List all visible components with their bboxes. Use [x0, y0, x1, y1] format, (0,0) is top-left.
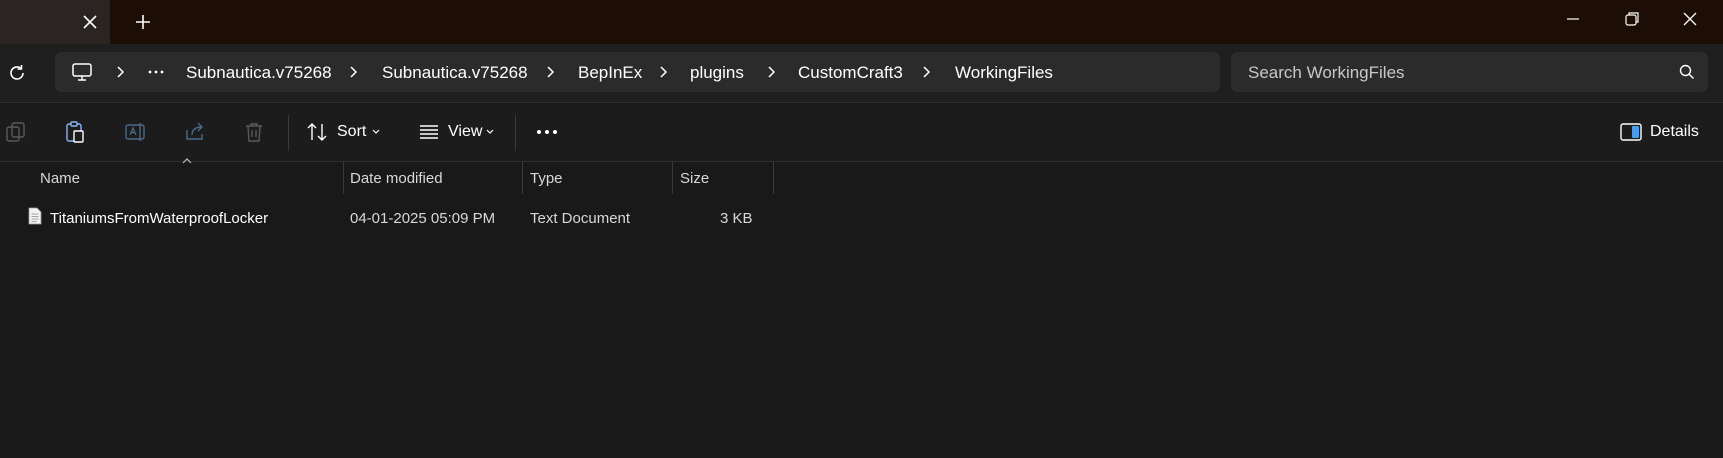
breadcrumb-item[interactable]: plugins	[690, 63, 744, 83]
breadcrumb-item[interactable]: Subnautica.v75268	[186, 63, 332, 83]
breadcrumb[interactable]: Subnautica.v75268 Subnautica.v75268 BepI…	[55, 52, 1220, 92]
command-bar: Sort View Details	[0, 103, 1723, 162]
search-input[interactable]: Search WorkingFiles	[1248, 63, 1405, 83]
details-button[interactable]: Details	[1650, 123, 1699, 141]
column-headers: Name Date modified Type Size	[0, 158, 1723, 194]
active-tab[interactable]	[0, 0, 110, 44]
restore-icon[interactable]	[1617, 8, 1645, 30]
search-box[interactable]: Search WorkingFiles	[1231, 52, 1708, 92]
sort-icon[interactable]	[305, 120, 329, 144]
breadcrumb-item-current[interactable]: WorkingFiles	[955, 63, 1053, 83]
file-size: 3 KB	[720, 210, 753, 227]
rename-icon[interactable]	[123, 120, 147, 144]
column-divider[interactable]	[522, 162, 523, 194]
more-options-icon[interactable]	[535, 120, 559, 144]
file-row[interactable]: TitaniumsFromWaterproofLocker 04-01-2025…	[20, 203, 775, 233]
title-bar	[0, 0, 1723, 44]
column-divider[interactable]	[773, 162, 774, 194]
details-pane-icon[interactable]	[1619, 120, 1643, 144]
chevron-right-icon[interactable]	[658, 62, 670, 82]
file-name[interactable]: TitaniumsFromWaterproofLocker	[50, 210, 268, 227]
view-button[interactable]: View	[448, 123, 482, 141]
chevron-right-icon[interactable]	[921, 62, 933, 82]
toolbar-divider	[288, 115, 289, 151]
address-bar: Subnautica.v75268 Subnautica.v75268 BepI…	[0, 44, 1723, 103]
breadcrumb-item[interactable]: BepInEx	[578, 63, 642, 83]
sort-button[interactable]: Sort	[337, 123, 366, 141]
share-icon[interactable]	[183, 120, 207, 144]
chevron-down-icon[interactable]	[485, 128, 495, 136]
sort-ascending-icon	[182, 158, 192, 164]
column-header-type[interactable]: Type	[530, 170, 563, 187]
chevron-down-icon[interactable]	[371, 128, 381, 136]
refresh-icon[interactable]	[6, 62, 28, 84]
search-icon[interactable]	[1678, 63, 1696, 81]
view-icon[interactable]	[417, 120, 441, 144]
plus-icon[interactable]	[133, 12, 153, 32]
column-header-size[interactable]: Size	[680, 170, 709, 187]
text-file-icon	[28, 207, 42, 225]
chevron-right-icon[interactable]	[115, 62, 127, 82]
computer-icon[interactable]	[71, 62, 93, 82]
close-icon[interactable]	[80, 12, 100, 32]
copy-icon[interactable]	[4, 120, 28, 144]
delete-icon[interactable]	[242, 120, 266, 144]
more-icon[interactable]	[147, 62, 165, 82]
chevron-right-icon[interactable]	[348, 62, 360, 82]
file-date: 04-01-2025 05:09 PM	[350, 210, 496, 227]
paste-icon[interactable]	[63, 120, 87, 144]
column-divider[interactable]	[343, 162, 344, 194]
file-type: Text Document	[530, 210, 631, 227]
chevron-right-icon[interactable]	[766, 62, 778, 82]
breadcrumb-item[interactable]: CustomCraft3	[798, 63, 903, 83]
column-header-name[interactable]: Name	[40, 170, 80, 187]
chevron-right-icon[interactable]	[545, 62, 557, 82]
column-divider[interactable]	[672, 162, 673, 194]
minimize-icon[interactable]	[1559, 8, 1587, 30]
toolbar-divider	[515, 115, 516, 151]
breadcrumb-item[interactable]: Subnautica.v75268	[382, 63, 528, 83]
window-close-icon[interactable]	[1676, 8, 1704, 30]
column-header-date[interactable]: Date modified	[350, 170, 443, 187]
